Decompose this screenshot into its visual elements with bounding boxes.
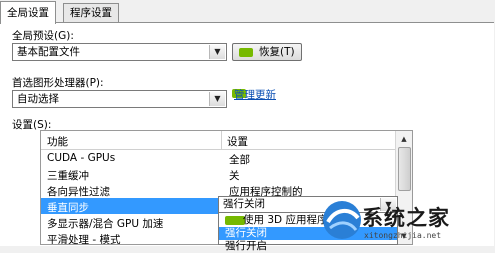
watermark: 系统之家 xitongzhijia.net [320, 196, 495, 245]
row-feature: 垂直同步 [47, 202, 89, 214]
row-feature: 平滑处理 - 模式 [47, 234, 121, 245]
preferred-gpu-label: 首选图形处理器(P): [12, 77, 104, 89]
column-header-setting: 设置 [227, 136, 248, 148]
table-row[interactable]: CUDA - GPUs 全部 [41, 150, 397, 166]
scroll-thumb[interactable] [398, 147, 411, 191]
restore-button[interactable]: 恢复(T) [232, 43, 302, 61]
row-feature: 各向异性过滤 [47, 186, 110, 198]
row-feature: 三重缓冲 [47, 170, 89, 182]
tab-global-settings[interactable]: 全局设置 [0, 1, 56, 24]
preferred-gpu-select[interactable]: 自动选择 ▼ [12, 90, 227, 108]
dropdown-option-label: 强行开启 [225, 240, 267, 252]
chevron-down-icon: ▼ [209, 45, 225, 59]
table-header: 功能 设置 [41, 131, 397, 150]
manage-updates-link[interactable]: 管理更新 [234, 87, 276, 102]
preferred-gpu-value: 自动选择 [17, 93, 59, 105]
tab-program-settings[interactable]: 程序设置 [63, 3, 119, 22]
nvidia-icon [239, 48, 253, 57]
tab-strip: 全局设置 程序设置 [0, 0, 495, 24]
column-divider [221, 131, 222, 149]
row-feature: CUDA - GPUs [47, 152, 116, 164]
global-preset-label: 全局预设(G): [12, 30, 74, 42]
row-feature: 多显示器/混合 GPU 加速 [47, 218, 164, 230]
chevron-down-icon: ▼ [209, 92, 225, 106]
restore-button-label: 恢复(T) [259, 46, 295, 58]
global-preset-select[interactable]: 基本配置文件 ▼ [12, 43, 227, 61]
watermark-subtext: xitongzhijia.net [364, 231, 442, 240]
global-preset-value: 基本配置文件 [17, 46, 80, 58]
scroll-up-icon[interactable]: ▲ [397, 132, 411, 146]
row-setting: 全部 [229, 154, 250, 166]
watermark-text: 系统之家 [362, 206, 450, 230]
column-header-feature: 功能 [47, 136, 68, 148]
watermark-logo-icon [323, 201, 361, 239]
table-row[interactable]: 三重缓冲 关 [41, 166, 397, 182]
vertical-sync-value: 强行关闭 [223, 198, 265, 210]
row-setting: 关 [229, 170, 240, 182]
dropdown-option-label: 强行关闭 [225, 227, 267, 239]
